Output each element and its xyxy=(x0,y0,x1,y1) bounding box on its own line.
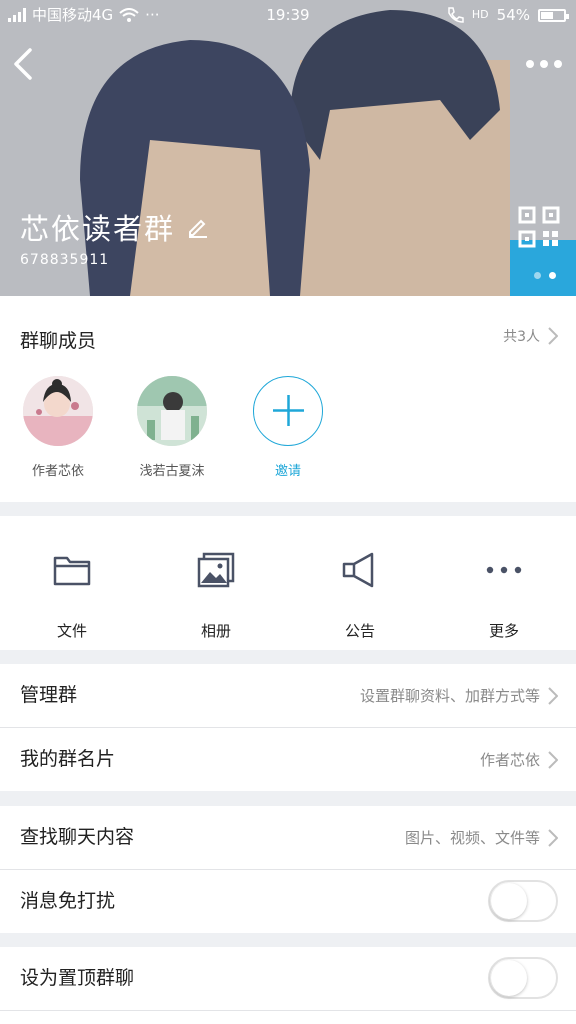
members-section: 群聊成员 共3人 作者芯依 浅若古夏沫 邀请 xyxy=(0,296,576,502)
feature-label: 更多 xyxy=(488,622,519,640)
group-id: 678835911 xyxy=(20,252,110,268)
hd-badge: HD xyxy=(471,8,489,21)
row-value: 设置群聊资料、加群方式等 xyxy=(359,687,540,705)
feature-label: 相册 xyxy=(200,622,231,640)
members-title: 群聊成员 xyxy=(20,330,97,352)
more-options-button[interactable] xyxy=(524,52,564,76)
features-grid: 文件 相册 公告 更多 xyxy=(0,516,576,650)
member-item[interactable]: 浅若古夏沫 xyxy=(114,376,230,479)
back-button[interactable] xyxy=(10,46,38,82)
chevron-right-icon xyxy=(548,828,558,847)
member-item[interactable]: 作者芯依 xyxy=(0,376,116,479)
group-header-banner: 中国移动4G ··· 19:39 HD 54% 芯依读者群 678835911 xyxy=(0,0,576,296)
do-not-disturb-toggle[interactable] xyxy=(488,880,558,922)
phone-icon xyxy=(448,7,464,23)
group-name-area[interactable]: 芯依读者群 xyxy=(20,206,209,248)
invite-label: 邀请 xyxy=(274,464,301,479)
do-not-disturb-row: 消息免打扰 xyxy=(0,870,576,933)
battery-icon xyxy=(538,8,569,22)
group-name: 芯依读者群 xyxy=(20,212,176,246)
pin-chat-toggle[interactable] xyxy=(488,957,558,999)
status-bar: 中国移动4G ··· 19:39 HD 54% xyxy=(0,0,576,30)
my-group-card-row[interactable]: 我的群名片 作者芯依 xyxy=(0,728,576,791)
album-icon xyxy=(197,552,235,588)
manage-group-row[interactable]: 管理群 设置群聊资料、加群方式等 xyxy=(0,664,576,727)
feature-album[interactable]: 相册 xyxy=(144,550,288,641)
pin-chat-row: 设为置顶群聊 xyxy=(0,947,576,1010)
members-count-link[interactable]: 共3人 xyxy=(503,326,558,346)
row-value: 作者芯依 xyxy=(479,751,540,769)
chevron-right-icon xyxy=(548,327,558,345)
chevron-right-icon xyxy=(548,686,558,705)
row-label: 管理群 xyxy=(20,684,78,706)
next-row-partial xyxy=(0,1011,576,1024)
toggle-knob xyxy=(491,960,527,996)
plus-icon xyxy=(272,395,304,426)
search-chat-row[interactable]: 查找聊天内容 图片、视频、文件等 xyxy=(0,806,576,869)
edit-pencil-icon[interactable] xyxy=(187,216,209,238)
toggle-knob xyxy=(491,883,527,919)
invite-button[interactable]: 邀请 xyxy=(230,376,346,479)
chevron-right-icon xyxy=(548,750,558,769)
member-name: 浅若古夏沫 xyxy=(139,464,205,479)
banner-page-indicator xyxy=(534,272,556,279)
page-dot xyxy=(534,272,541,279)
row-label: 查找聊天内容 xyxy=(20,826,135,848)
member-photo xyxy=(23,376,93,446)
row-label: 我的群名片 xyxy=(20,748,116,770)
members-count: 共3人 xyxy=(503,329,540,345)
folder-icon xyxy=(53,556,91,586)
member-name: 作者芯依 xyxy=(31,464,84,479)
invite-circle xyxy=(253,376,323,446)
qr-code-button[interactable] xyxy=(518,206,560,248)
feature-announcement[interactable]: 公告 xyxy=(288,550,432,641)
feature-label: 文件 xyxy=(56,622,87,640)
member-photo xyxy=(137,376,207,446)
avatar xyxy=(23,376,93,446)
row-label: 设为置顶群聊 xyxy=(20,967,135,989)
feature-more[interactable]: 更多 xyxy=(432,550,576,641)
feature-files[interactable]: 文件 xyxy=(0,550,144,641)
row-value: 图片、视频、文件等 xyxy=(404,829,540,847)
megaphone-icon xyxy=(342,552,374,588)
feature-label: 公告 xyxy=(344,622,375,640)
avatar xyxy=(137,376,207,446)
battery-percent: 54% xyxy=(496,6,530,24)
more-dots-icon xyxy=(486,566,522,574)
page-dot-active xyxy=(549,272,556,279)
row-label: 消息免打扰 xyxy=(20,890,116,912)
